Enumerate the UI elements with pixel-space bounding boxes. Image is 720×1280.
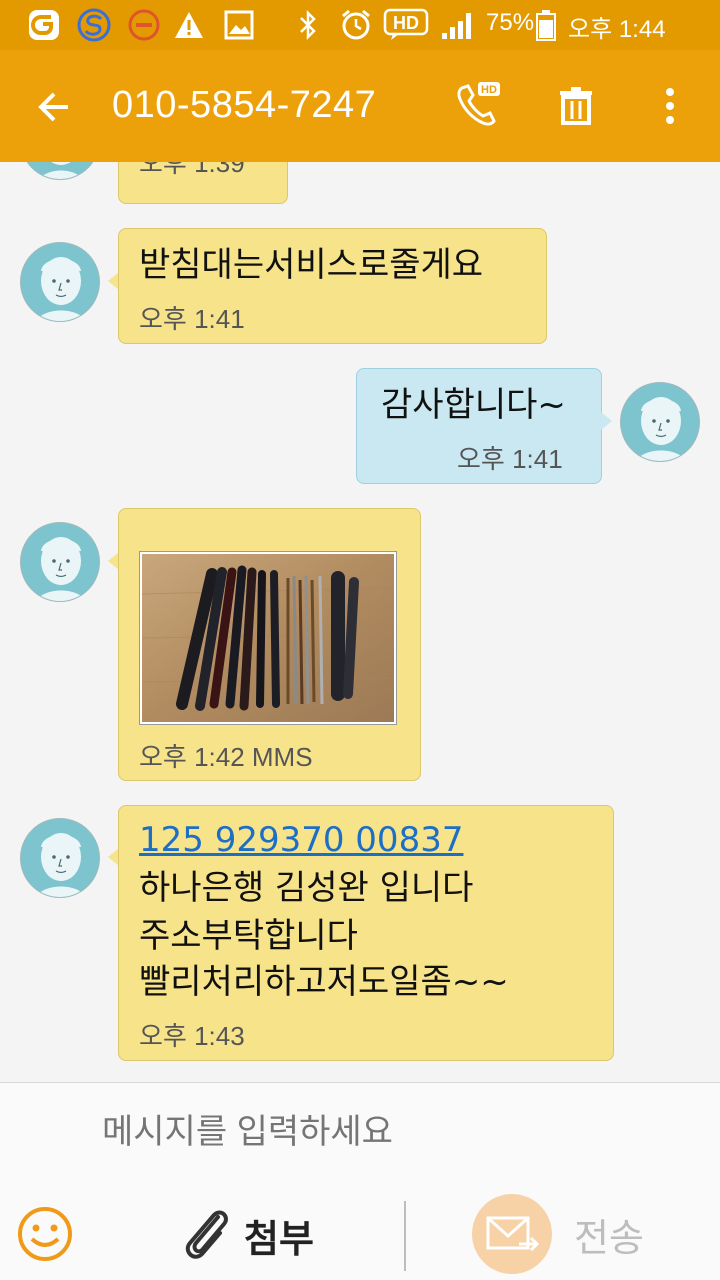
send-button[interactable]: 전송 [472, 1191, 644, 1277]
bubble-tail [601, 412, 612, 430]
message-time: 오후 1:41 [139, 304, 245, 334]
blocked-icon [126, 8, 162, 42]
message-thread[interactable]: 오후 1:39 받침대는서비스로줄게요 오후 1:41 감사합니다~ 오후 1:… [0, 162, 720, 1082]
bluetooth-icon [294, 8, 322, 42]
message-bubble[interactable]: 125 929370 00837 하나은행 김성완 입니다 주소부탁합니다 빨리… [118, 805, 614, 1061]
o-logo-icon [26, 8, 62, 42]
svg-text:HD: HD [393, 13, 419, 33]
message-text: 감사합니다~ [381, 385, 566, 425]
attach-button[interactable]: 첨부 [180, 1195, 314, 1275]
trash-icon[interactable] [550, 80, 602, 132]
avatar[interactable] [20, 818, 100, 898]
message-time: 오후 1:41 [457, 444, 563, 474]
signal-icon [438, 8, 478, 42]
status-time: 오후 1:44 [568, 16, 666, 43]
message-time: 오후 1:39 [139, 162, 245, 178]
send-envelope-icon [472, 1194, 552, 1274]
battery-icon [534, 8, 558, 42]
account-number-link[interactable]: 125 929370 00837 [139, 818, 463, 862]
image-icon [222, 8, 256, 42]
alarm-icon [338, 8, 374, 42]
paperclip-icon [180, 1203, 234, 1267]
app-bar: 010-5854-7247 HD [0, 50, 720, 162]
divider [404, 1201, 406, 1271]
message-text-line: 하나은행 김성완 입니다 [139, 868, 474, 908]
message-input[interactable] [102, 1107, 662, 1157]
avatar[interactable] [20, 162, 100, 180]
back-arrow-icon[interactable] [30, 82, 80, 132]
message-bubble[interactable]: 오후 1:39 [118, 162, 288, 204]
mms-image[interactable] [139, 551, 397, 725]
status-bar: HD 75% 오후 1:44 [0, 0, 720, 50]
message-time: 오후 1:42 MMS [139, 742, 313, 772]
hd-call-icon[interactable]: HD [452, 80, 504, 132]
message-bubble-outgoing[interactable]: 감사합니다~ 오후 1:41 [356, 368, 602, 484]
s-logo-icon [76, 8, 112, 42]
fishing-rods-photo [141, 554, 395, 722]
avatar[interactable] [20, 522, 100, 602]
message-composer: 첨부 전송 [0, 1082, 720, 1280]
message-text-line: 빨리처리하고저도일좀~~ [139, 962, 509, 1002]
message-text-line: 주소부탁합니다 [139, 916, 358, 956]
message-bubble[interactable]: 받침대는서비스로줄게요 오후 1:41 [118, 228, 547, 344]
send-label: 전송 [574, 1215, 644, 1260]
emoji-icon[interactable] [16, 1205, 74, 1263]
hd-voice-icon: HD [382, 8, 430, 42]
svg-text:HD: HD [481, 84, 497, 96]
more-vert-icon[interactable] [644, 80, 696, 132]
avatar-me[interactable] [620, 382, 700, 462]
warning-icon [172, 8, 206, 42]
battery-percent: 75% [486, 9, 535, 36]
avatar[interactable] [20, 242, 100, 322]
conversation-title: 010-5854-7247 [112, 84, 377, 126]
attach-label: 첨부 [244, 1216, 314, 1261]
message-time: 오후 1:43 [139, 1021, 245, 1051]
mms-bubble[interactable]: 오후 1:42 MMS [118, 508, 421, 781]
message-text: 받침대는서비스로줄게요 [139, 245, 484, 285]
